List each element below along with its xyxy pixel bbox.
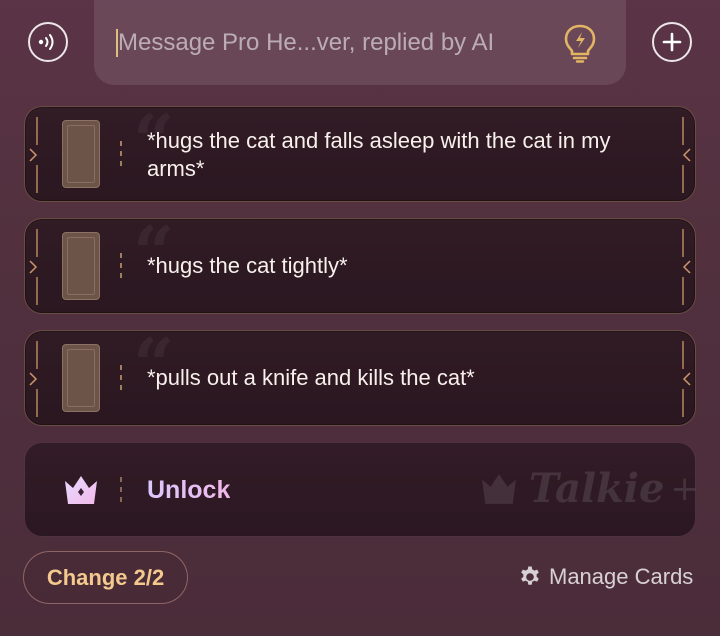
unlock-card[interactable]: Unlock Talkie + [24, 442, 699, 537]
divider [120, 253, 122, 279]
card-frame-ornament [682, 229, 691, 305]
hint-button[interactable] [558, 20, 602, 66]
reply-card[interactable]: “ *hugs the cat and falls asleep with th… [24, 105, 696, 202]
crown-watermark-icon [482, 474, 516, 504]
unlock-label: Unlock [147, 476, 231, 504]
lightbulb-bolt-icon [564, 24, 596, 63]
card-frame-ornament [29, 229, 38, 305]
tarot-card-icon [62, 120, 100, 188]
divider [120, 477, 122, 503]
card-frame-ornament [29, 117, 38, 193]
crown-icon [65, 476, 97, 504]
reply-text: *hugs the cat tightly* [147, 253, 348, 278]
gear-icon [521, 566, 539, 585]
reply-card[interactable]: “ *pulls out a knife and kills the cat* [24, 329, 696, 426]
card-frame-ornament [29, 341, 38, 417]
voice-wave-icon [38, 34, 54, 50]
brand-name: Talkie [529, 465, 665, 512]
add-button[interactable] [652, 22, 692, 62]
manage-cards-label: Manage Cards [549, 564, 694, 589]
message-input[interactable] [118, 22, 538, 64]
reply-card[interactable]: “ *hugs the cat tightly* [24, 217, 696, 314]
card-frame-ornament [682, 117, 691, 193]
tarot-card-icon [62, 232, 100, 300]
reply-text: *pulls out a knife and kills the cat* [147, 365, 475, 390]
plus-icon [662, 32, 682, 52]
card-frame-ornament [682, 341, 691, 417]
reply-text: *hugs the cat and falls asleep with the … [147, 128, 611, 181]
manage-cards-button[interactable]: Manage Cards [518, 562, 693, 592]
message-input-container [94, 0, 626, 85]
divider [120, 365, 122, 391]
voice-button[interactable] [28, 22, 68, 62]
divider [120, 141, 122, 167]
change-button[interactable]: Change 2/2 [23, 551, 188, 604]
tarot-card-icon [62, 344, 100, 412]
talkie-plus-watermark: Talkie + [479, 467, 699, 511]
brand-suffix: + [670, 469, 699, 509]
